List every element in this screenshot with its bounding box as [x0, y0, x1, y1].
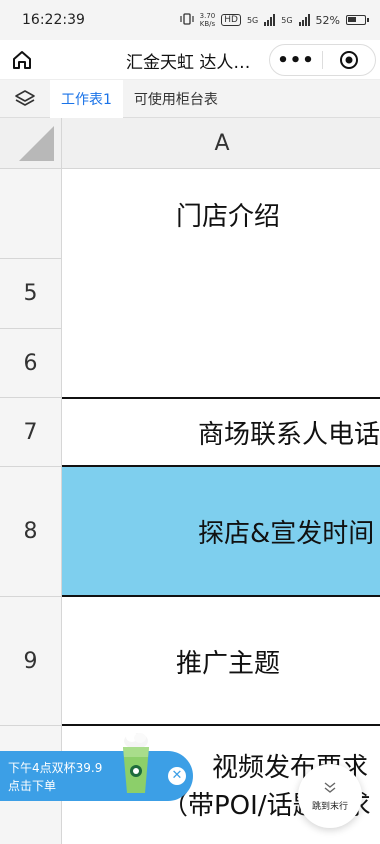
- status-bar: 16:22:39 3.70 KB/s HD 5G 5G 52%: [0, 0, 380, 40]
- hd-badge: HD: [221, 14, 241, 26]
- matcha-cup-icon: [123, 732, 149, 793]
- signal-icon-2: [298, 14, 310, 26]
- screen: 16:22:39 3.70 KB/s HD 5G 5G 52% 汇金天虹 达人… …: [0, 0, 380, 844]
- promo-line1: 下午4点双杯39.9: [8, 761, 103, 775]
- battery-percent: 52%: [315, 13, 340, 27]
- layers-icon: [15, 89, 35, 106]
- signal-icon-1: [264, 14, 276, 26]
- promo-line2: 点击下单: [8, 779, 57, 793]
- row-header-5[interactable]: 5: [0, 259, 62, 329]
- cell-store-intro[interactable]: 门店介绍: [62, 169, 380, 259]
- title-bar: 汇金天虹 达人… •••: [0, 40, 380, 80]
- cell-store-intro-text: 门店介绍: [175, 201, 280, 232]
- home-button[interactable]: [0, 40, 44, 80]
- page-title: 汇金天虹 达人…: [126, 53, 251, 73]
- select-all-corner[interactable]: [0, 118, 62, 169]
- status-time: 16:22:39: [22, 12, 85, 28]
- row-header-6[interactable]: 6: [0, 329, 62, 398]
- column-header-a[interactable]: A: [62, 118, 380, 169]
- home-icon: [13, 50, 31, 69]
- row-header-blank[interactable]: [0, 169, 62, 259]
- sheet-tabs: 工作表1 可使用柜台表: [0, 79, 380, 118]
- miniprogram-capsule: •••: [269, 44, 376, 76]
- double-chevron-down-icon: [324, 781, 336, 793]
- cell-mall-contact[interactable]: 商场联系人电话: [62, 399, 380, 466]
- row-header-9[interactable]: 9: [0, 597, 62, 726]
- more-button[interactable]: •••: [270, 50, 322, 71]
- close-miniprogram-button[interactable]: [323, 50, 375, 70]
- spreadsheet-grid: A 5 6 7 8 9 门店介绍 商场联系人电话 探店&宣发时间 推广主题 视频…: [0, 118, 380, 844]
- speed-value: 3.70: [199, 12, 216, 20]
- target-close-icon: [340, 51, 358, 69]
- cell-visit-time-text: 探店&宣发时间: [198, 518, 375, 549]
- row-header-7[interactable]: 7: [0, 398, 62, 467]
- speed-unit: KB/s: [199, 20, 216, 28]
- jump-to-last-row-button[interactable]: 跳到末行: [298, 764, 362, 828]
- cell-promo-theme[interactable]: 推广主题: [62, 597, 380, 725]
- net-label-1: 5G: [246, 15, 259, 25]
- battery-icon: [346, 15, 369, 25]
- cell-promo-theme-text: 推广主题: [175, 648, 280, 679]
- network-speed: 3.70 KB/s: [200, 12, 216, 28]
- promo-close-button[interactable]: ✕: [168, 767, 186, 785]
- promo-banner[interactable]: 下午4点双杯39.9 点击下单 ✕: [0, 732, 193, 801]
- corner-triangle-icon: [19, 126, 54, 161]
- sheet-list-button[interactable]: [0, 80, 50, 118]
- tab-sheet1[interactable]: 工作表1: [50, 79, 123, 118]
- vibrate-icon: [180, 12, 194, 28]
- cell-visit-time[interactable]: 探店&宣发时间: [62, 467, 380, 595]
- net-label-2: 5G: [281, 15, 293, 25]
- jump-label: 跳到末行: [311, 801, 348, 812]
- row-header-8[interactable]: 8: [0, 467, 62, 597]
- cell-mall-contact-text: 商场联系人电话: [198, 420, 380, 450]
- status-icons: 3.70 KB/s HD 5G 5G 52%: [180, 12, 369, 28]
- tab-available-counters[interactable]: 可使用柜台表: [123, 80, 229, 118]
